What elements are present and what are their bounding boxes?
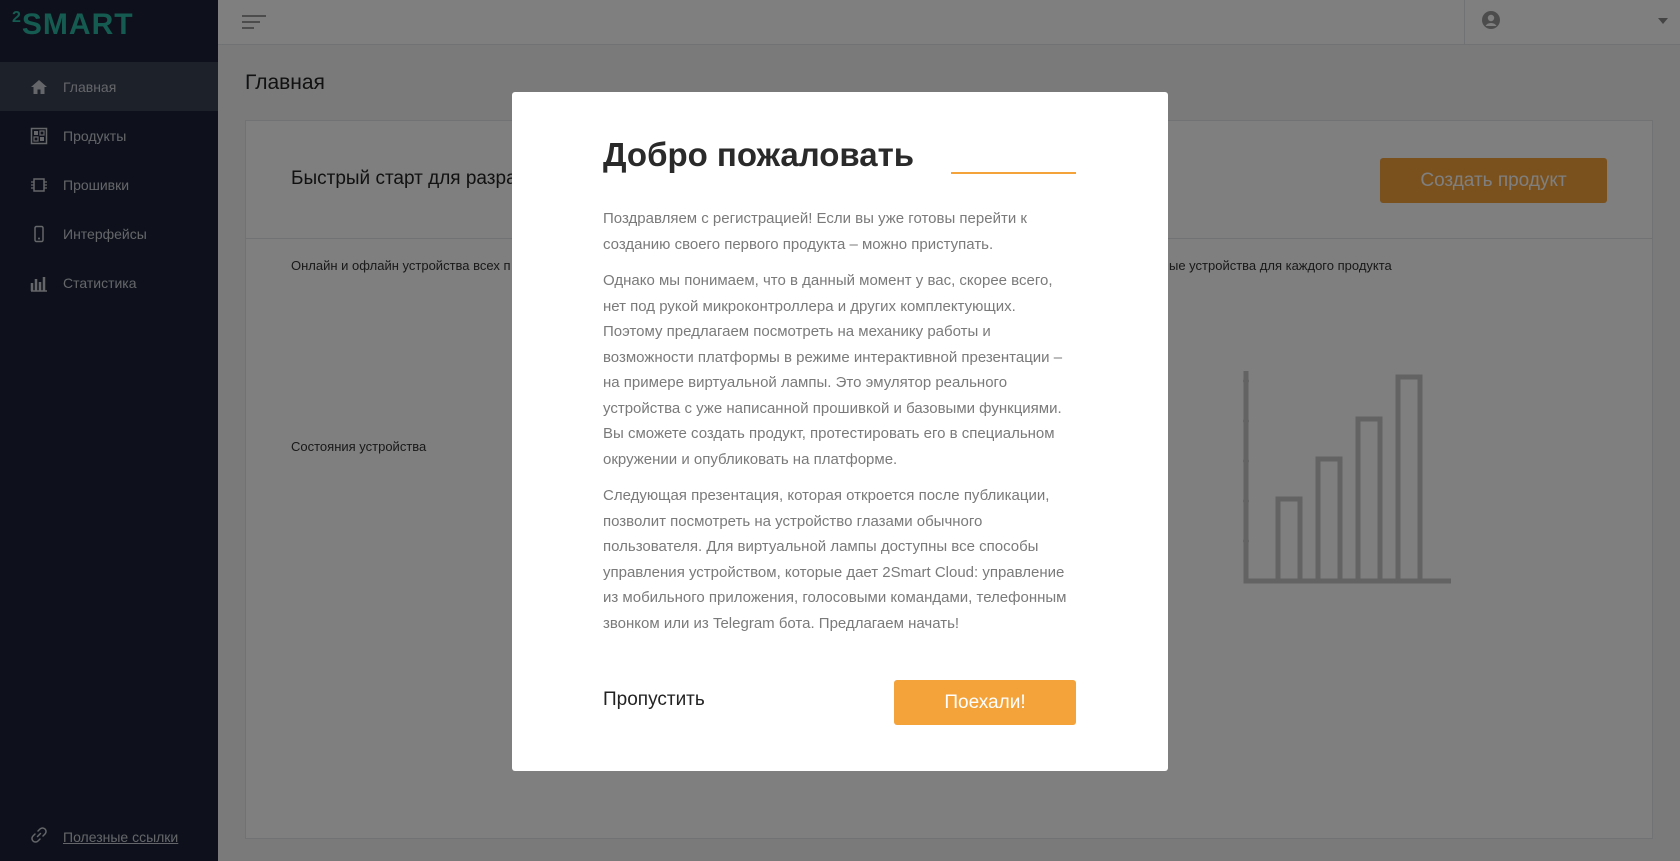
welcome-modal: Добро пожаловать Поздравляем с регистрац… bbox=[512, 92, 1168, 771]
modal-paragraph: Поздравляем с регистрацией! Если вы уже … bbox=[603, 210, 1027, 253]
skip-button[interactable]: Пропустить bbox=[603, 689, 705, 711]
title-underline bbox=[951, 172, 1076, 174]
modal-paragraph: Однако мы понимаем, что в данный момент … bbox=[603, 272, 1063, 468]
modal-paragraph: Следующая презентация, которая откроется… bbox=[603, 487, 1067, 632]
modal-title: Добро пожаловать bbox=[603, 136, 915, 173]
start-button[interactable]: Поехали! bbox=[894, 680, 1076, 725]
modal-body: Поздравляем с регистрацией! Если вы уже … bbox=[603, 206, 1078, 647]
